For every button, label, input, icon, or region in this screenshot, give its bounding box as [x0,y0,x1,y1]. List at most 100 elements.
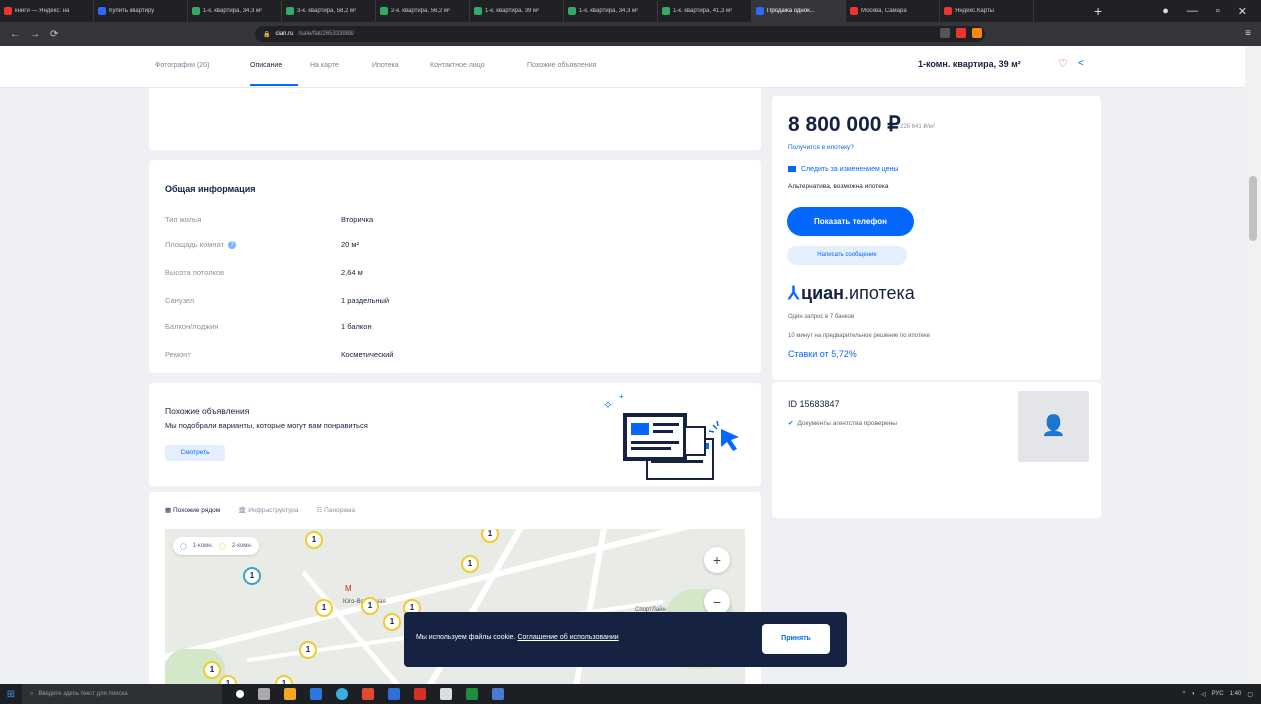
app-icon[interactable] [440,688,452,700]
volume-icon[interactable]: ◁ [1201,691,1206,698]
word-icon[interactable] [310,688,322,700]
logo-text: циан [801,283,845,303]
map-pin[interactable]: 1 [275,675,293,684]
tab-infrastructure[interactable]: 🏛 Инфраструктура [238,506,298,514]
map-pin[interactable]: 1 [299,641,317,659]
taskbar-search[interactable]: ⌕ Введите здесь текст для поиска [22,684,222,704]
show-phone-button[interactable]: Показать телефон [787,207,914,236]
scrollbar-thumb[interactable] [1249,176,1257,241]
app-icon[interactable] [284,688,296,700]
excel-icon[interactable] [466,688,478,700]
nav-photos[interactable]: Фотографии (20) [155,62,209,69]
search-icon: ⌕ [30,690,34,697]
browser-menu-icon[interactable]: ≡ [1245,28,1251,39]
reload-icon[interactable]: ⟳ [50,29,58,40]
browser-tab[interactable]: 1-к. квартира, 34,3 м² [188,0,282,22]
accept-cookies-button[interactable]: Принять [762,624,830,654]
browser-tab[interactable]: 3-к. квартира, 58,2 м² [282,0,376,22]
browser-tab[interactable]: 2-к. квартира, 56,2 м² [376,0,470,22]
tab-label: Яндекс.Карты [955,8,994,14]
mortgage-question-link[interactable]: Получится в ипотеку? [788,144,854,151]
scrollbar[interactable] [1245,46,1261,684]
forward-icon[interactable]: → [30,29,40,40]
new-tab-button[interactable]: + [1094,3,1102,19]
info-label: Балкон/лоджия [165,322,219,331]
info-label: Тип жилья [165,215,202,224]
browser-icon[interactable] [336,688,348,700]
minimize-button[interactable]: — [1187,5,1198,17]
browser-tab[interactable]: 1-к. квартира, 41,3 м² [658,0,752,22]
maximize-button[interactable]: ▫ [1216,5,1220,17]
notifications-icon[interactable]: ▢ [1247,691,1253,698]
back-icon[interactable]: ← [10,29,20,40]
listing-id: ID 15683847 [788,399,840,409]
nav-contact[interactable]: Контактное лицо [430,62,485,69]
info-row: Тип жилья Вторичка [165,215,373,224]
tab-favicon-icon [380,7,388,15]
price-watch-link[interactable]: Следить за изменением цены [788,166,898,173]
share-icon[interactable]: < [1078,58,1084,69]
app-icon[interactable] [492,688,504,700]
language-indicator[interactable]: РУС [1212,691,1224,697]
tab-label: 2-к. квартира, 56,2 м² [391,8,451,14]
browser-tab[interactable]: Яндекс.Карты [940,0,1034,22]
close-window-button[interactable]: ✕ [1238,5,1247,18]
nav-mortgage[interactable]: Ипотека [372,62,399,69]
map-pin[interactable]: 1 [361,597,379,615]
info-value: 1 балкон [341,322,372,331]
pdf-icon[interactable] [414,688,426,700]
app-icon[interactable] [388,688,400,700]
extension-icon[interactable] [940,28,950,38]
rates-link[interactable]: Ставки от 5,72% [788,349,857,359]
map-pin[interactable]: 1 [315,599,333,617]
nav-similar[interactable]: Похожие объявления [527,62,596,69]
browser-tab[interactable]: Купить квартиру [94,0,188,22]
map-pin[interactable]: 1 [203,661,221,679]
nav-map[interactable]: На карте [310,62,339,69]
price-per-meter: 225 641 ₽/м² [900,124,935,130]
tray-chevron-icon[interactable]: ^ [1183,691,1186,697]
task-view-icon[interactable] [258,688,270,700]
extension-icon[interactable] [956,28,966,38]
zoom-in-button[interactable]: + [704,547,730,573]
map-pin[interactable]: 1 [461,555,479,573]
yandex-icon[interactable] [362,688,374,700]
tab-panorama[interactable]: ☷ Панорама [317,506,355,514]
browser-tab[interactable]: книги — Яндекс: на [0,0,94,22]
browser-tab[interactable]: 1-к. квартира, 39 м² [470,0,564,22]
profile-icon[interactable]: ● [1162,5,1169,17]
info-row: Санузел 1 раздельный [165,296,389,305]
cortana-icon[interactable] [236,690,244,698]
info-value: 1 раздельный [341,296,390,305]
nav-description[interactable]: Описание [250,62,282,69]
browser-tab[interactable]: 1-к. квартира, 34,3 м² [564,0,658,22]
heart-icon[interactable]: ♡ [1058,57,1068,70]
tab-similar-nearby[interactable]: ▦ Похожие рядом [165,506,220,514]
legend-circle-icon: ◯ [219,543,226,550]
browser-address-bar: ← → ⟳ 🔒 cian.ru/sale/flat/265333988/ ≡ [0,22,1261,46]
windows-start-icon[interactable]: ⊞ [0,689,22,700]
cian-mortgage-logo[interactable]: ⅄ циан.ипотека [788,283,915,304]
question-icon[interactable]: ? [228,241,237,250]
url-field[interactable]: 🔒 cian.ru/sale/flat/265333988/ [255,26,985,42]
avatar[interactable]: 👤 [1018,391,1089,462]
browser-tab[interactable]: Москва, Самара [846,0,940,22]
network-icon[interactable]: ◖ [1191,691,1195,697]
browser-tab[interactable]: Продажа однок... [752,0,846,22]
write-message-button[interactable]: Написать сообщение [787,246,907,265]
clock[interactable]: 1:40 [1230,691,1242,697]
similar-text: Мы подобрали варианты, которые могут вам… [165,421,368,430]
map-pin[interactable]: 1 [305,531,323,549]
legend-item: 2-комн. [231,543,253,549]
cookie-agreement-link[interactable]: Соглашение об использовании [517,634,618,641]
view-similar-button[interactable]: Смотреть [165,445,225,461]
map-pin[interactable]: 1 [383,613,401,631]
map-pin[interactable]: 1 [481,529,499,543]
info-label: Ремонт [165,350,191,359]
map-pin[interactable]: 1 [219,675,237,684]
extension-icon[interactable] [972,28,982,38]
tab-label: Похожие рядом [172,507,221,514]
tab-label: Панорама [324,507,355,514]
map-pin[interactable]: 1 [243,567,261,585]
listings-illustration: ✧ + [603,392,739,480]
